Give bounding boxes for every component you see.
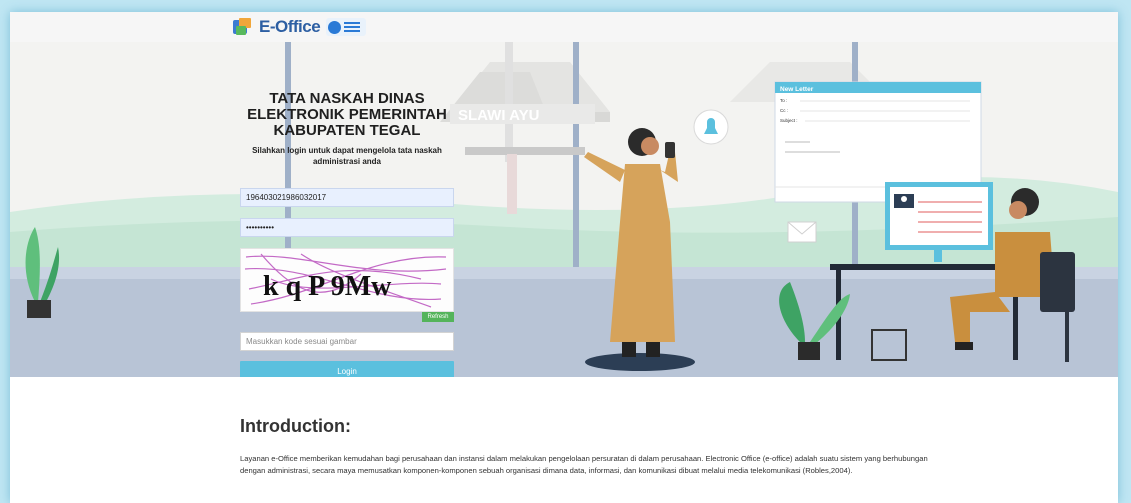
browser-page: E-Office SLAWI AYU New Letter To: Cc: … bbox=[10, 12, 1118, 503]
hero-banner: SLAWI AYU New Letter To: Cc: Subject:… bbox=[10, 42, 1118, 377]
page-title: TATA NASKAH DINAS ELEKTRONIK PEMERINTAH … bbox=[247, 90, 447, 139]
seal-icon bbox=[328, 20, 342, 34]
eoffice-logo[interactable]: E-Office bbox=[231, 16, 367, 38]
signboard-text: SLAWI AYU bbox=[458, 107, 539, 124]
page-subtitle: Silahkan login untuk dapat mengelola tat… bbox=[252, 146, 442, 166]
username-field[interactable] bbox=[240, 188, 454, 207]
letter-subject-label: Subject : bbox=[780, 118, 798, 123]
letter-to-label: To : bbox=[780, 98, 787, 103]
introduction-section: Introduction: Layanan e-Office memberika… bbox=[240, 416, 940, 477]
login-button[interactable]: Login bbox=[240, 361, 454, 377]
captcha-image: k q P 9Mw bbox=[240, 248, 454, 312]
intro-heading: Introduction: bbox=[240, 416, 351, 436]
letter-cc-label: Cc : bbox=[780, 108, 788, 113]
refresh-captcha-button[interactable]: Refresh bbox=[422, 312, 454, 322]
captcha-text: k q P 9Mw bbox=[263, 271, 392, 302]
eoffice-logo-icon bbox=[233, 18, 251, 35]
logo-text: E-Office bbox=[259, 17, 321, 36]
hero-illustration: SLAWI AYU New Letter To: Cc: Subject: bbox=[10, 42, 1118, 377]
captcha-noise: k q P 9Mw bbox=[244, 253, 447, 308]
intro-body: Layanan e-Office memberikan kemudahan ba… bbox=[240, 454, 928, 475]
top-bar: E-Office bbox=[10, 12, 1118, 43]
captcha-code-input[interactable] bbox=[240, 332, 454, 351]
login-form: TATA NASKAH DINAS ELEKTRONIK PEMERINTAH … bbox=[240, 74, 454, 377]
password-field[interactable] bbox=[240, 218, 454, 237]
letter-window-title: New Letter bbox=[780, 86, 814, 93]
seal-logo bbox=[326, 18, 367, 36]
